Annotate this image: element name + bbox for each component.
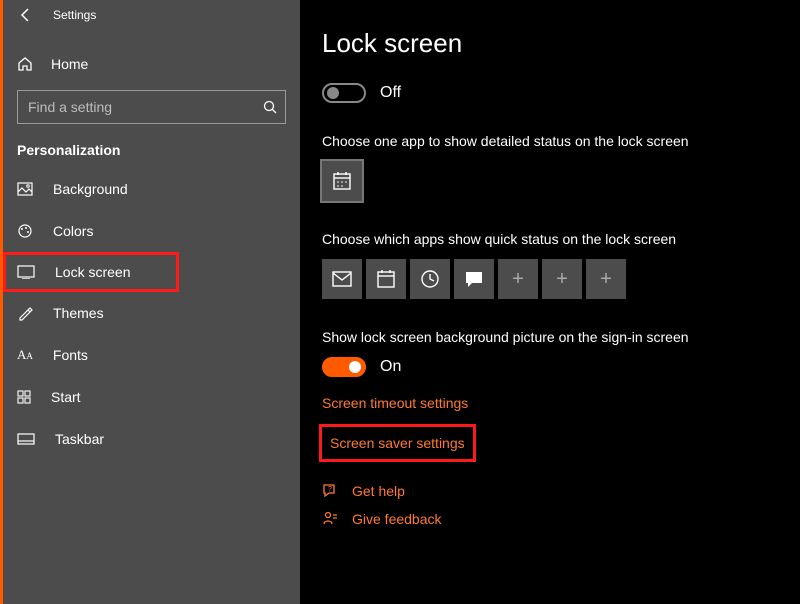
quick-app-calendar[interactable]: [366, 259, 406, 299]
sidebar-item-themes[interactable]: Themes: [3, 292, 300, 334]
feedback-icon: [322, 511, 338, 527]
quick-app-add-2[interactable]: +: [542, 259, 582, 299]
detailed-status-label: Choose one app to show detailed status o…: [322, 133, 800, 149]
chat-icon: [464, 270, 484, 288]
accent-edge: [0, 0, 3, 604]
fonts-icon: AA: [17, 347, 33, 363]
sidebar-item-background[interactable]: Background: [3, 168, 300, 210]
quick-app-add-1[interactable]: +: [498, 259, 538, 299]
search-placeholder: Find a setting: [28, 99, 112, 115]
calendar-icon: [332, 171, 352, 191]
quick-app-messaging[interactable]: [454, 259, 494, 299]
picture-icon: [17, 182, 33, 196]
sidebar-item-taskbar[interactable]: Taskbar: [3, 418, 300, 460]
svg-text:?: ?: [328, 486, 332, 493]
nav-label: Themes: [53, 305, 104, 321]
nav-label: Start: [51, 389, 81, 405]
nav-label: Colors: [53, 223, 93, 239]
palette-icon: [17, 223, 33, 239]
nav-label: Lock screen: [55, 264, 130, 280]
clock-icon: [420, 269, 440, 289]
sidebar-item-lock-screen[interactable]: Lock screen: [3, 252, 179, 292]
home-button[interactable]: Home: [3, 46, 300, 82]
toggle-knob: [349, 361, 361, 373]
toggle-signin-bg[interactable]: [322, 357, 366, 377]
quick-app-clock[interactable]: [410, 259, 450, 299]
quick-app-add-3[interactable]: +: [586, 259, 626, 299]
back-button[interactable]: [3, 0, 49, 30]
home-label: Home: [51, 56, 88, 72]
quick-app-mail[interactable]: [322, 259, 362, 299]
page-title: Lock screen: [322, 28, 800, 59]
mail-icon: [332, 271, 352, 287]
nav-list: Background Colors Lock screen Themes AA …: [3, 168, 300, 460]
plus-icon: +: [600, 268, 612, 291]
sidebar-item-fonts[interactable]: AA Fonts: [3, 334, 300, 376]
toggle-1-state: Off: [380, 84, 401, 102]
plus-icon: +: [512, 268, 524, 291]
toggle-2-state: On: [380, 358, 401, 376]
calendar-icon: [376, 269, 396, 289]
window-title: Settings: [53, 8, 96, 22]
lock-screen-icon: [17, 265, 35, 279]
link-screen-timeout[interactable]: Screen timeout settings: [322, 395, 800, 411]
content-pane: Lock screen Off Choose one app to show d…: [300, 0, 800, 604]
plus-icon: +: [556, 268, 568, 291]
search-input[interactable]: Find a setting: [17, 90, 286, 124]
nav-label: Fonts: [53, 347, 88, 363]
sidebar-item-start[interactable]: Start: [3, 376, 300, 418]
toggle-1[interactable]: [322, 83, 366, 103]
sidebar-item-colors[interactable]: Colors: [3, 210, 300, 252]
start-icon: [17, 390, 31, 404]
sidebar: Home Find a setting Personalization Back…: [3, 0, 300, 604]
toggle-knob: [327, 87, 339, 99]
link-screen-saver[interactable]: Screen saver settings: [322, 427, 473, 459]
nav-label: Background: [53, 181, 128, 197]
category-header: Personalization: [3, 124, 300, 162]
get-help-label: Get help: [352, 483, 405, 499]
themes-icon: [17, 305, 33, 321]
give-feedback-link[interactable]: Give feedback: [322, 511, 800, 527]
help-icon: ?: [322, 483, 338, 499]
taskbar-icon: [17, 433, 35, 445]
detailed-app-tile[interactable]: [322, 161, 362, 201]
search-icon: [263, 100, 277, 114]
quick-status-label: Choose which apps show quick status on t…: [322, 231, 800, 247]
home-icon: [17, 56, 33, 72]
bgpic-label: Show lock screen background picture on t…: [322, 329, 800, 345]
get-help-link[interactable]: ? Get help: [322, 483, 800, 499]
nav-label: Taskbar: [55, 431, 104, 447]
give-feedback-label: Give feedback: [352, 511, 442, 527]
